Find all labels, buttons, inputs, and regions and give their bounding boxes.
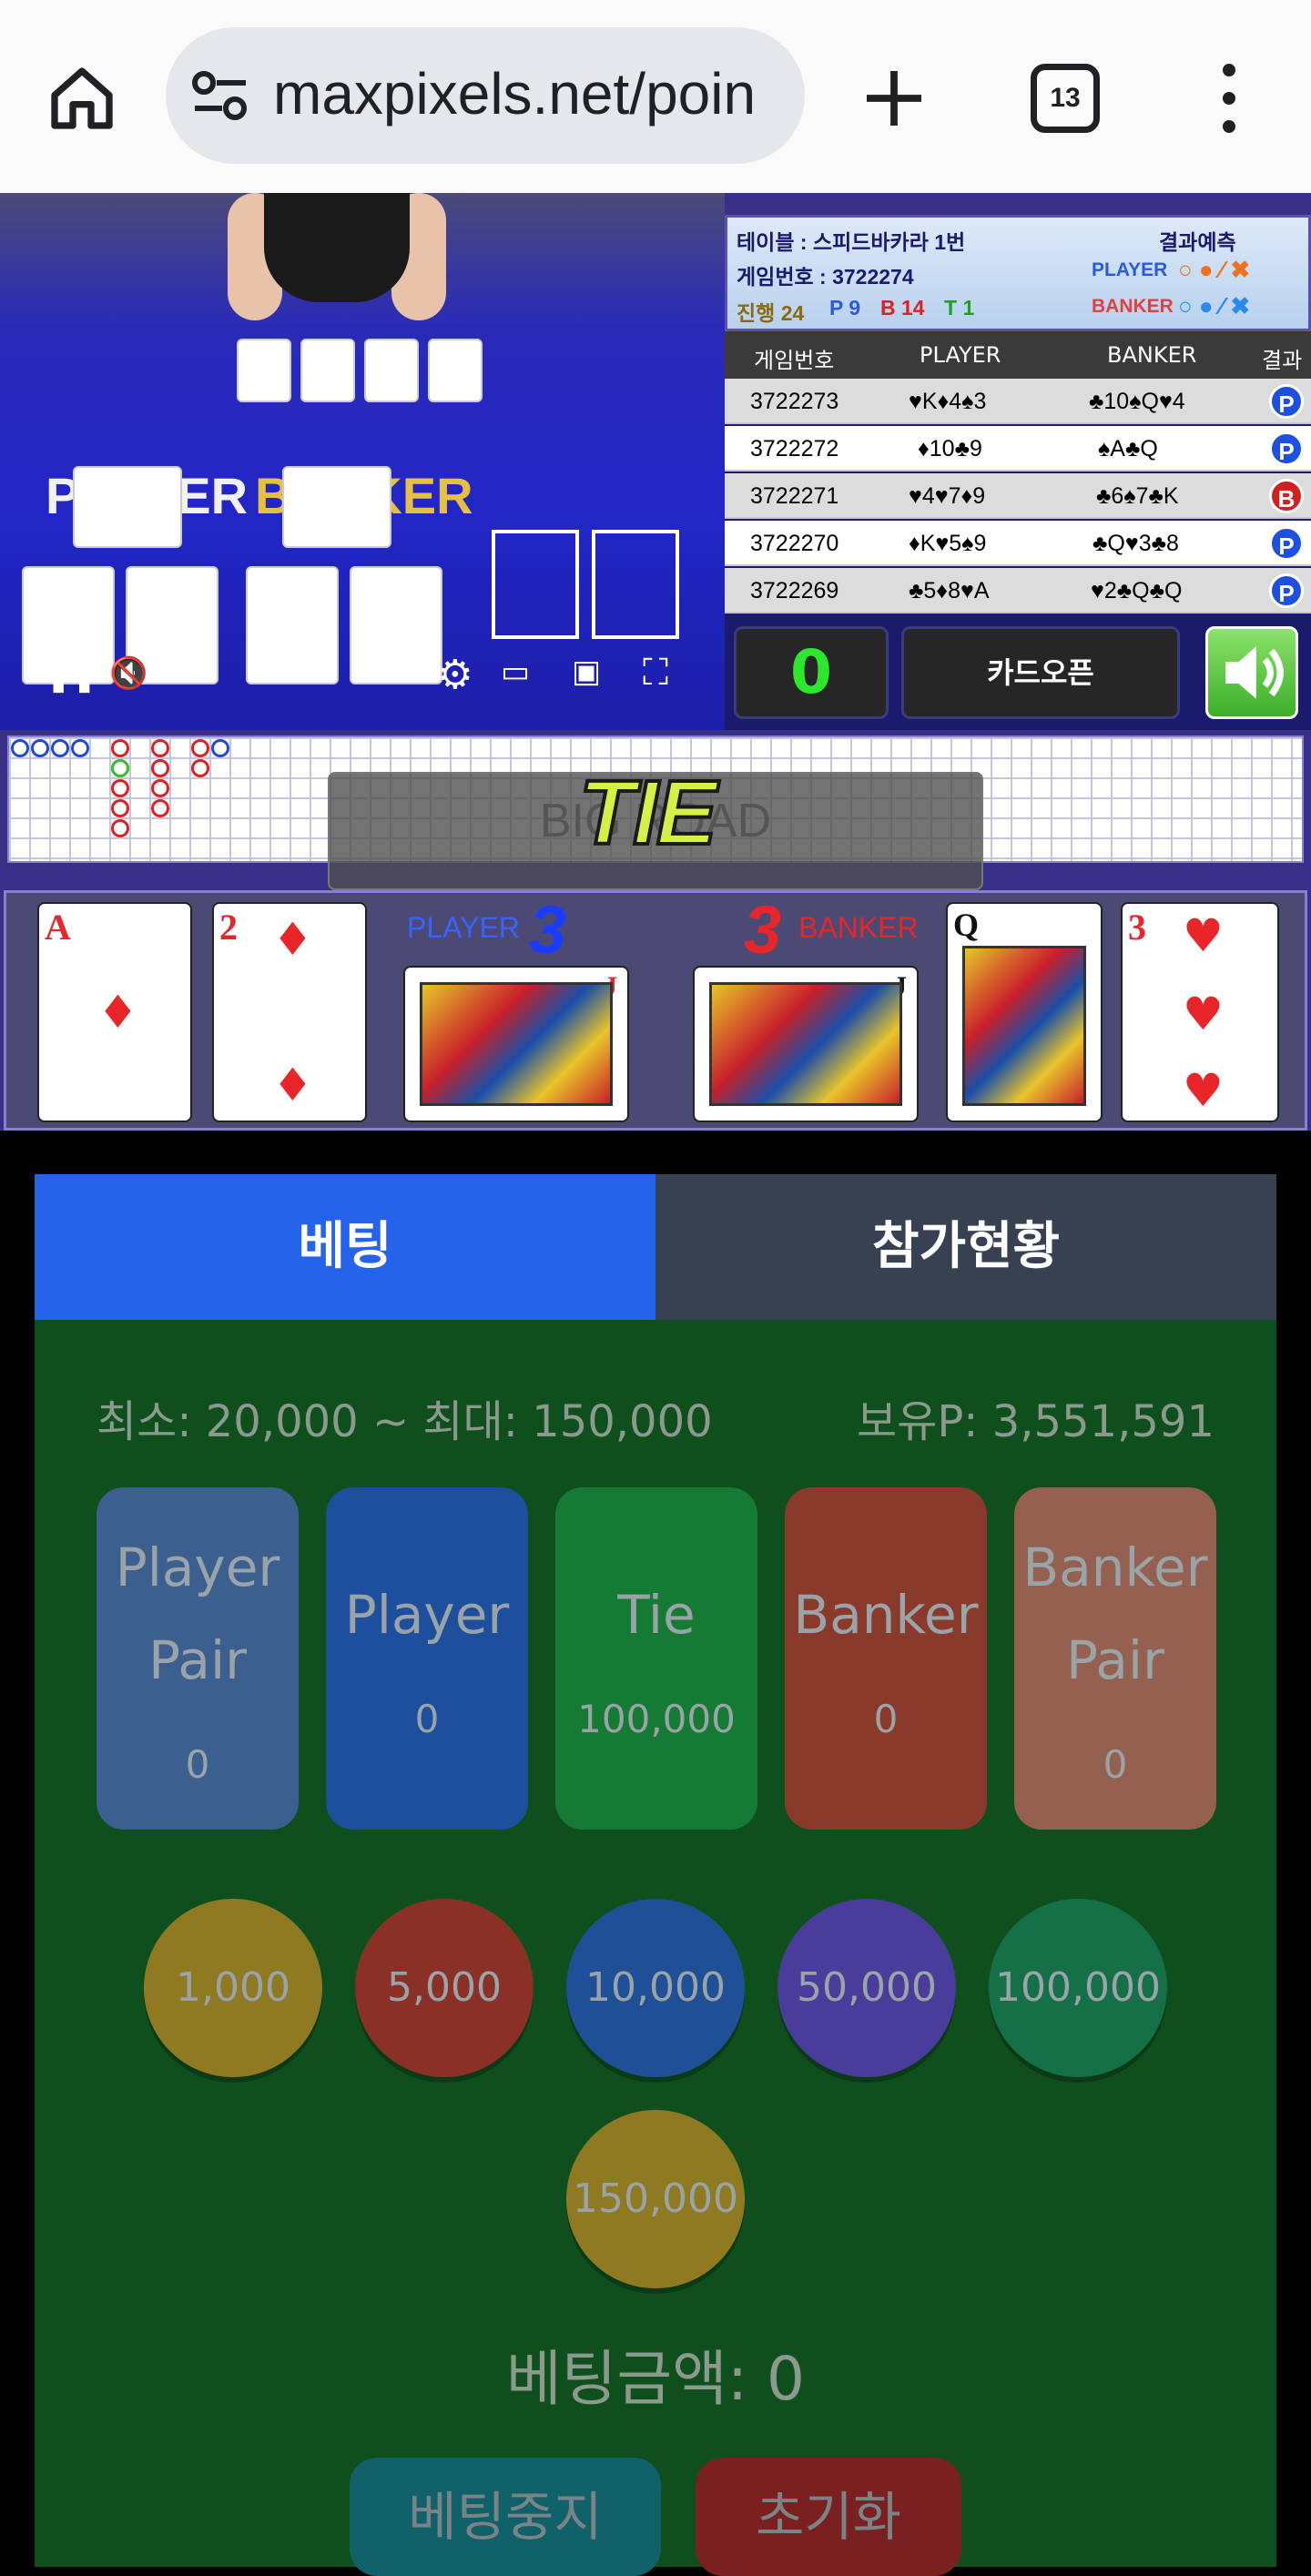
- history-row: 3722271 ♥4♥7♦9 ♣6♠7♣K B: [725, 473, 1311, 519]
- stop-betting-button[interactable]: 베팅중지: [350, 2458, 661, 2576]
- tie-count: T 1: [944, 296, 975, 319]
- tie-result-banner: TIE: [577, 760, 719, 866]
- countdown: 0: [734, 626, 889, 719]
- chip-10000[interactable]: 10,000: [566, 1899, 745, 2077]
- balance: 보유P: 3,551,591: [857, 1396, 1214, 1447]
- game-number: 게임번호 : 3722274: [737, 265, 914, 289]
- pause-icon[interactable]: ❚❚: [46, 657, 97, 694]
- tab-switcher-button[interactable]: 13: [1031, 64, 1100, 133]
- progress-count: 진행 24: [737, 301, 805, 325]
- control-row: 0 카드오픈: [725, 614, 1311, 730]
- banker-predict-label: BANKER: [1092, 296, 1174, 317]
- result-badge: B: [1269, 479, 1304, 513]
- bet-option-tie[interactable]: Tie 100,000: [555, 1487, 757, 1830]
- banker-score-label: BANKER: [798, 911, 919, 944]
- browser-toolbar: maxpixels.net/poin 13: [0, 0, 1311, 193]
- result-badge: P: [1269, 431, 1304, 466]
- site-settings-icon[interactable]: [191, 68, 249, 123]
- chip-1000[interactable]: 1,000: [144, 1899, 322, 2077]
- history-row: 3722273 ♥K♦4♠3 ♣10♠Q♥4 P: [725, 379, 1311, 424]
- bet-total: 베팅금액: 0: [505, 2344, 806, 2414]
- player-predict-icons[interactable]: ○ ● ⁄ ✖: [1178, 256, 1250, 284]
- player-score-label: PLAYER: [407, 911, 520, 944]
- banker-card-1: Q: [946, 902, 1103, 1122]
- chip-50000[interactable]: 50,000: [777, 1899, 956, 2077]
- banker-count: B 14: [880, 296, 925, 319]
- info-panel: 테이블 : 스피드바카라 1번 결과예측 게임번호 : 3722274 PLAY…: [725, 215, 1311, 730]
- new-tab-icon[interactable]: [861, 66, 927, 131]
- pip-icon[interactable]: ▣: [572, 654, 601, 690]
- result-badge: P: [1269, 384, 1304, 419]
- banker-predict-icons[interactable]: ○ ● ⁄ ✖: [1178, 292, 1250, 320]
- player-score: 3: [529, 892, 567, 968]
- tab-betting[interactable]: 베팅: [35, 1174, 656, 1320]
- history-header: 게임번호 PLAYER BANKER 결과: [725, 331, 1311, 379]
- player-card-3: J: [403, 966, 629, 1122]
- table-name: 테이블 : 스피드바카라 1번: [737, 230, 966, 254]
- bet-tabs: 베팅 참가현황: [35, 1174, 1276, 1320]
- cast-icon[interactable]: ▭: [501, 654, 530, 690]
- result-badge: P: [1269, 573, 1304, 608]
- tab-participation[interactable]: 참가현황: [656, 1174, 1276, 1320]
- player-card-2: 2 ♦ ♦: [212, 902, 367, 1122]
- table-info: 테이블 : 스피드바카라 1번 결과예측 게임번호 : 3722274 PLAY…: [725, 215, 1311, 331]
- banker-card-3: J: [693, 966, 919, 1122]
- history-row: 3722269 ♣5♦8♥A ♥2♣Q♣Q P: [725, 568, 1311, 614]
- history-row: 3722270 ♦K♥5♠9 ♣Q♥3♣8 P: [725, 521, 1311, 566]
- fullscreen-icon[interactable]: ⛶: [643, 652, 668, 694]
- history-row: 3722272 ♦10♣9 ♠A♣Q P: [725, 426, 1311, 472]
- result-badge: P: [1269, 526, 1304, 561]
- mute-icon[interactable]: 🔇: [109, 655, 147, 692]
- url-text[interactable]: maxpixels.net/poin: [273, 60, 756, 127]
- bet-option-banker-pair[interactable]: Banker Pair 0: [1014, 1487, 1216, 1830]
- bet-option-player-pair[interactable]: Player Pair 0: [97, 1487, 299, 1830]
- live-video[interactable]: PLAYER BANKER ❚❚ 🔇 ⚙ ▭ ▣ ⛶: [0, 193, 725, 730]
- home-icon[interactable]: [46, 62, 118, 135]
- tab-count: 13: [1050, 83, 1081, 113]
- bet-option-banker[interactable]: Banker 0: [785, 1487, 987, 1830]
- more-menu-icon[interactable]: [1211, 64, 1247, 133]
- card-open-button[interactable]: 카드오픈: [901, 626, 1180, 719]
- bet-limits: 최소: 20,000 ~ 최대: 150,000: [97, 1396, 713, 1447]
- player-count: P 9: [829, 296, 861, 319]
- reset-button[interactable]: 초기화: [696, 2458, 961, 2576]
- banker-score: 3: [744, 892, 782, 968]
- bet-option-player[interactable]: Player 0: [326, 1487, 528, 1830]
- address-bar[interactable]: maxpixels.net/poin: [166, 27, 805, 164]
- player-card-1: A ♦: [37, 902, 192, 1122]
- player-predict-label: PLAYER: [1092, 259, 1168, 280]
- prediction-title: 결과예측: [1159, 230, 1236, 254]
- gear-icon[interactable]: ⚙: [437, 652, 473, 698]
- speaker-icon[interactable]: [1205, 626, 1298, 719]
- banker-card-2: 3 ♥ ♥ ♥: [1121, 902, 1279, 1122]
- chip-100000[interactable]: 100,000: [989, 1899, 1167, 2077]
- chip-150000[interactable]: 150,000: [566, 2110, 745, 2288]
- chip-5000[interactable]: 5,000: [355, 1899, 534, 2077]
- game-area: PLAYER BANKER ❚❚ 🔇 ⚙ ▭ ▣ ⛶ 테이블 : 스피드바카라 …: [0, 193, 1311, 1131]
- result-bar: A ♦ 2 ♦ ♦ PLAYER 3 J J 3 BANKER Q 3 ♥ ♥ …: [4, 890, 1307, 1131]
- betting-panel: 베팅 참가현황 최소: 20,000 ~ 최대: 150,000 보유P: 3,…: [35, 1174, 1276, 2576]
